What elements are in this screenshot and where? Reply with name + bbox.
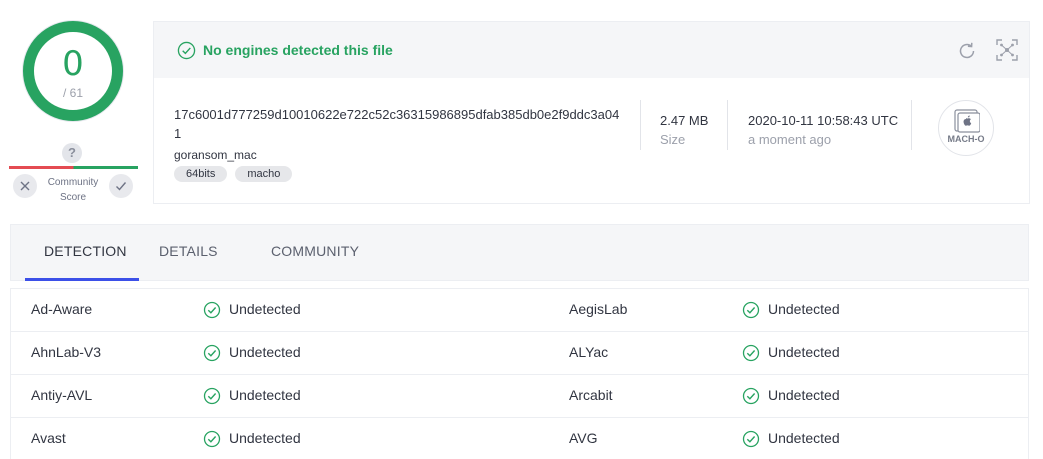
- table-row: Avast Undetected AVG Undetected: [11, 418, 1028, 459]
- engine-result: Undetected: [229, 344, 301, 360]
- engine-total: / 61: [62, 86, 83, 100]
- tab-community[interactable]: COMMUNITY: [271, 243, 359, 259]
- report-tabs: DETECTION DETAILS COMMUNITY: [10, 224, 1029, 281]
- community-score-bar: [9, 166, 138, 169]
- active-tab-indicator: [25, 278, 139, 281]
- check-icon: [116, 182, 127, 191]
- community-score-label: Community Score: [47, 177, 99, 203]
- tab-detection[interactable]: DETECTION: [44, 243, 127, 259]
- check-circle-icon: [203, 430, 221, 448]
- tag-macho[interactable]: macho: [235, 166, 293, 182]
- file-size-value: 2.47 MB: [660, 113, 709, 128]
- engine-name: AegisLab: [569, 301, 628, 317]
- file-hash[interactable]: 17c6001d777259d10010622e722c52c363159868…: [174, 105, 626, 143]
- analysis-date-relative: a moment ago: [748, 132, 832, 147]
- check-circle-icon: [742, 301, 760, 319]
- engine-result: Undetected: [768, 344, 840, 360]
- engine-result: Undetected: [768, 430, 840, 446]
- summary-status-bar: No engines detected this file: [153, 21, 1030, 78]
- file-summary-card: 17c6001d777259d10010622e722c52c363159868…: [153, 78, 1030, 204]
- close-icon: [20, 181, 30, 191]
- table-row: Antiy-AVL Undetected Arcabit Undetected: [11, 375, 1028, 418]
- file-type-badge: MACH-O: [938, 100, 994, 156]
- check-circle-icon: [203, 344, 221, 362]
- file-tags: 64bits macho: [174, 166, 293, 182]
- file-type-label: MACH-O: [947, 134, 985, 144]
- community-score-help-icon[interactable]: ?: [62, 143, 82, 163]
- engine-name: Ad-Aware: [31, 301, 93, 317]
- engine-name: Antiy-AVL: [31, 387, 93, 403]
- check-circle-icon: [203, 301, 221, 319]
- engine-result: Undetected: [229, 430, 301, 446]
- engine-name: ALYac: [569, 344, 609, 360]
- vote-harmless-button[interactable]: [109, 174, 133, 198]
- engine-result: Undetected: [229, 387, 301, 403]
- check-circle-icon: [177, 41, 196, 60]
- check-circle-icon: [742, 344, 760, 362]
- file-size-label: Size: [660, 132, 686, 147]
- engine-result: Undetected: [768, 387, 840, 403]
- check-circle-icon: [742, 387, 760, 405]
- detection-score-ring: 0 / 61: [23, 21, 123, 121]
- engine-name: AVG: [569, 430, 598, 446]
- engine-result: Undetected: [229, 301, 301, 317]
- divider: [911, 100, 912, 150]
- file-name: goransom_mac: [174, 148, 257, 162]
- analysis-date: 2020-10-11 10:58:43 UTC: [748, 113, 899, 128]
- engine-name: AhnLab-V3: [31, 344, 102, 360]
- apple-file-icon: [954, 109, 980, 133]
- engine-name: Avast: [31, 430, 66, 446]
- detection-table: Ad-Aware Undetected AegisLab Undetected …: [10, 288, 1029, 459]
- status-message: No engines detected this file: [203, 42, 393, 58]
- divider: [727, 100, 728, 150]
- tag-64bits[interactable]: 64bits: [174, 166, 228, 182]
- engine-result: Undetected: [768, 301, 840, 317]
- check-circle-icon: [742, 430, 760, 448]
- engine-name: Arcabit: [569, 387, 613, 403]
- graph-expand-icon[interactable]: [995, 38, 1019, 62]
- tab-details[interactable]: DETAILS: [159, 243, 218, 259]
- detection-count: 0: [62, 44, 84, 84]
- refresh-icon[interactable]: [956, 40, 978, 62]
- vote-malicious-button[interactable]: [13, 174, 37, 198]
- table-row: AhnLab-V3 Undetected ALYac Undetected: [11, 332, 1028, 375]
- check-circle-icon: [203, 387, 221, 405]
- table-row: Ad-Aware Undetected AegisLab Undetected: [11, 289, 1028, 332]
- divider: [640, 100, 641, 150]
